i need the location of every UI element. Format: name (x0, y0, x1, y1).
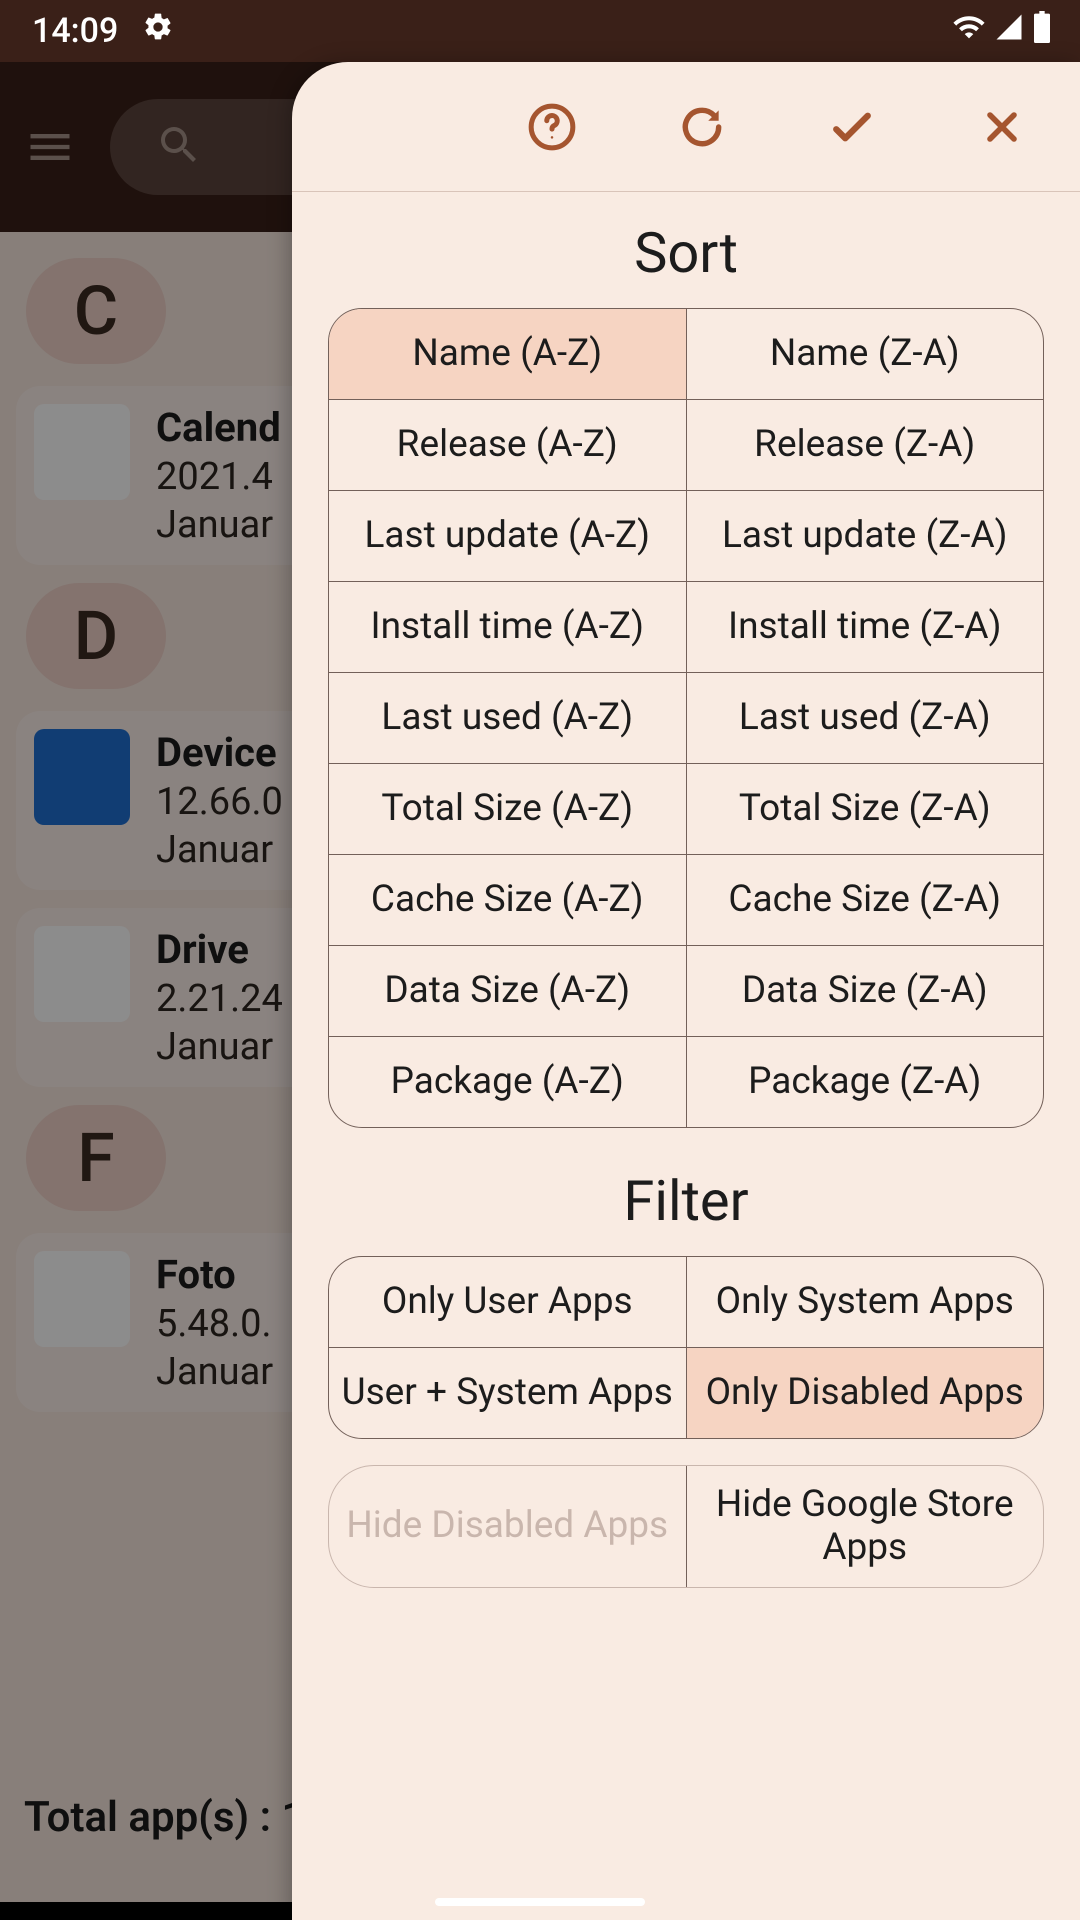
sort-option[interactable]: Name (A-Z) (329, 309, 686, 399)
panel-header (292, 62, 1080, 192)
hide-grid: Hide Disabled AppsHide Google Store Apps (328, 1465, 1044, 1588)
sort-option[interactable]: Data Size (Z-A) (686, 946, 1044, 1036)
help-button[interactable] (522, 97, 582, 157)
sort-option[interactable]: Total Size (A-Z) (329, 764, 686, 854)
sort-option[interactable]: Install time (Z-A) (686, 582, 1044, 672)
filter-option[interactable]: Only Disabled Apps (686, 1348, 1044, 1438)
sort-option[interactable]: Release (Z-A) (686, 400, 1044, 490)
close-button[interactable] (972, 97, 1032, 157)
refresh-button[interactable] (672, 97, 732, 157)
filter-option[interactable]: User + System Apps (329, 1348, 686, 1438)
sort-option[interactable]: Last update (A-Z) (329, 491, 686, 581)
sort-title: Sort (328, 220, 1044, 286)
filter-title: Filter (328, 1168, 1044, 1234)
status-time: 14:09 (32, 11, 118, 51)
battery-icon (1032, 11, 1052, 52)
hide-option: Hide Disabled Apps (329, 1466, 686, 1587)
filter-option[interactable]: Only System Apps (686, 1257, 1044, 1347)
sort-option[interactable]: Total Size (Z-A) (686, 764, 1044, 854)
sort-filter-panel: Sort Name (A-Z)Name (Z-A)Release (A-Z)Re… (292, 62, 1080, 1920)
filter-grid: Only User AppsOnly System AppsUser + Sys… (328, 1256, 1044, 1439)
nav-pill (435, 1898, 645, 1906)
sort-option[interactable]: Data Size (A-Z) (329, 946, 686, 1036)
sort-option[interactable]: Name (Z-A) (686, 309, 1044, 399)
sort-option[interactable]: Release (A-Z) (329, 400, 686, 490)
cell-signal-icon (994, 11, 1024, 51)
status-bar: 14:09 (0, 0, 1080, 62)
sort-option[interactable]: Package (Z-A) (686, 1037, 1044, 1127)
sort-option[interactable]: Cache Size (A-Z) (329, 855, 686, 945)
hide-option[interactable]: Hide Google Store Apps (686, 1466, 1044, 1587)
gear-icon (142, 11, 174, 52)
sort-option[interactable]: Install time (A-Z) (329, 582, 686, 672)
sort-option[interactable]: Cache Size (Z-A) (686, 855, 1044, 945)
sort-option[interactable]: Last used (A-Z) (329, 673, 686, 763)
filter-option[interactable]: Only User Apps (329, 1257, 686, 1347)
sort-option[interactable]: Last update (Z-A) (686, 491, 1044, 581)
sort-option[interactable]: Package (A-Z) (329, 1037, 686, 1127)
wifi-icon (952, 10, 986, 53)
sort-option[interactable]: Last used (Z-A) (686, 673, 1044, 763)
apply-button[interactable] (822, 97, 882, 157)
sort-grid: Name (A-Z)Name (Z-A)Release (A-Z)Release… (328, 308, 1044, 1128)
